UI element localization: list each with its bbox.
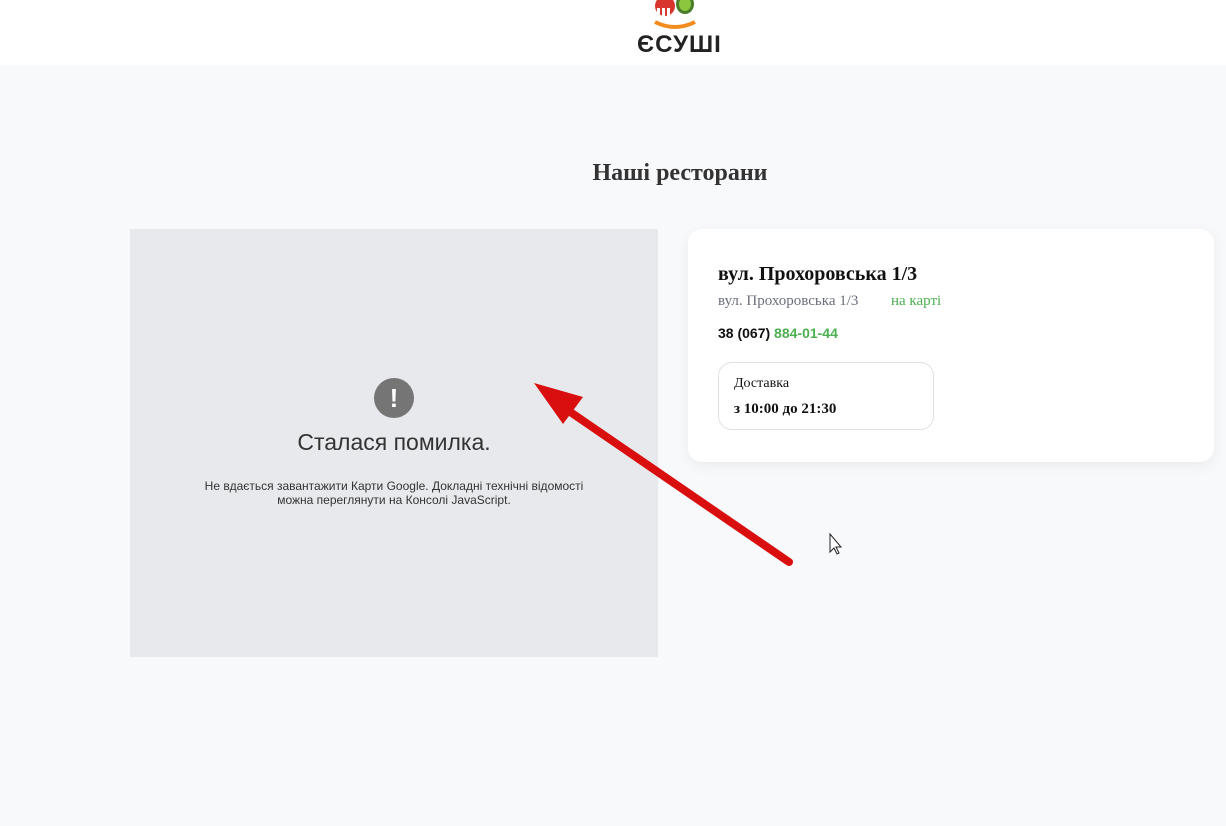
map-error-line: можна переглянути на Консолі JavaScript. bbox=[277, 493, 511, 507]
page-title: Наші ресторани bbox=[592, 160, 768, 186]
map-container[interactable]: ! Сталася помилка. Не вдається завантажи… bbox=[130, 229, 658, 657]
phone-prefix: 38 (067) bbox=[718, 325, 771, 341]
map-error-line: Не вдається завантажити Карти Google. До… bbox=[204, 479, 584, 493]
logo-mark-icon bbox=[654, 0, 696, 29]
show-on-map-link[interactable]: на карті bbox=[891, 293, 941, 310]
delivery-label: Доставка bbox=[734, 376, 790, 391]
logo-text: ЄСУШІ bbox=[637, 31, 722, 58]
restaurant-card: вул. Прохоровська 1/3 вул. Прохоровська … bbox=[688, 229, 1214, 462]
site-header: ЄСУШІ bbox=[0, 0, 1226, 65]
restaurant-name: вул. Прохоровська 1/3 bbox=[718, 263, 918, 285]
delivery-hours-box: Доставка з 10:00 до 21:30 bbox=[718, 362, 934, 430]
mouse-cursor-icon bbox=[829, 532, 843, 555]
map-error-message: Не вдається завантажити Карти Google. До… bbox=[190, 479, 598, 507]
phone-number: 884-01-44 bbox=[774, 325, 838, 341]
map-error-title: Сталася помилка. bbox=[297, 429, 491, 455]
delivery-hours: з 10:00 до 21:30 bbox=[734, 401, 837, 417]
restaurant-phone[interactable]: 38 (067) 884-01-44 bbox=[718, 325, 838, 341]
site-logo[interactable]: ЄСУШІ bbox=[633, 0, 723, 62]
error-icon: ! bbox=[374, 378, 414, 418]
restaurant-address: вул. Прохоровська 1/3 bbox=[718, 293, 859, 309]
